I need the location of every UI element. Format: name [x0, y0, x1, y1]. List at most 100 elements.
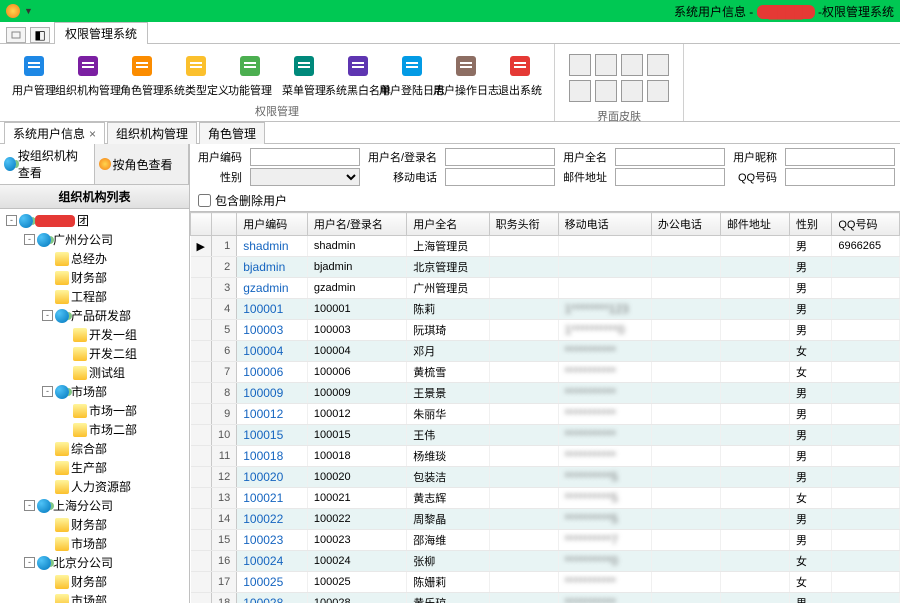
tree-node[interactable]: 财务部: [4, 572, 185, 591]
tree-node[interactable]: -团: [4, 211, 185, 230]
close-icon[interactable]: ×: [89, 127, 96, 141]
ribbon-btn-5[interactable]: 菜单管理: [278, 48, 330, 103]
tree-node[interactable]: 开发一组: [4, 325, 185, 344]
tree-node[interactable]: 财务部: [4, 515, 185, 534]
tree-node[interactable]: 综合部: [4, 439, 185, 458]
tree-node[interactable]: -上海分公司: [4, 496, 185, 515]
ribbon-btn-9[interactable]: 退出系统: [494, 48, 546, 103]
table-row[interactable]: 18100028100028黄乐琼***********男: [191, 593, 900, 603]
table-row[interactable]: 15100023100023邵海维**********7男: [191, 530, 900, 551]
input-fullname[interactable]: [615, 148, 725, 166]
table-row[interactable]: 2bjadminbjadmin北京管理员男: [191, 257, 900, 278]
table-row[interactable]: 6100004100004邓月***********女: [191, 341, 900, 362]
user-code-link[interactable]: bjadmin: [243, 260, 285, 274]
doc-tab[interactable]: 角色管理: [199, 122, 265, 144]
table-row[interactable]: 4100001100001陈莉1********123男: [191, 299, 900, 320]
table-row[interactable]: ▶1shadminshadmin上海管理员男6966265: [191, 236, 900, 257]
expander-icon[interactable]: -: [42, 386, 53, 397]
ribbon-options-icon[interactable]: ◧: [30, 27, 50, 43]
user-code-link[interactable]: 100001: [243, 302, 283, 316]
table-row[interactable]: 5100003100003阮琪琦1**********0男: [191, 320, 900, 341]
tree-node[interactable]: 市场二部: [4, 420, 185, 439]
tree-node[interactable]: 市场部: [4, 534, 185, 553]
col-header[interactable]: 移动电话: [558, 213, 651, 236]
user-code-link[interactable]: 100009: [243, 386, 283, 400]
expander-icon[interactable]: -: [24, 500, 35, 511]
input-login[interactable]: [445, 148, 555, 166]
doc-tab[interactable]: 系统用户信息×: [4, 122, 105, 144]
ribbon-btn-7[interactable]: 用户登陆日志: [386, 48, 438, 103]
user-code-link[interactable]: 100018: [243, 449, 283, 463]
ribbon-btn-2[interactable]: 角色管理: [116, 48, 168, 103]
minimize-ribbon-icon[interactable]: [6, 27, 26, 43]
table-row[interactable]: 10100015100015王伟***********男: [191, 425, 900, 446]
ribbon-btn-4[interactable]: 功能管理: [224, 48, 276, 103]
input-mobile[interactable]: [445, 168, 555, 186]
org-tree[interactable]: -团-广州分公司总经办财务部工程部-产品研发部开发一组开发二组测试组-市场部市场…: [0, 209, 189, 603]
user-code-link[interactable]: 100020: [243, 470, 283, 484]
col-header[interactable]: 用户名/登录名: [307, 213, 406, 236]
user-code-link[interactable]: gzadmin: [243, 281, 288, 295]
col-header[interactable]: [211, 213, 236, 236]
view-tab-by-org[interactable]: 按组织机构查看: [0, 144, 95, 184]
table-row[interactable]: 9100012100012朱丽华***********男: [191, 404, 900, 425]
user-code-link[interactable]: 100025: [243, 575, 283, 589]
tree-node[interactable]: 市场部: [4, 591, 185, 603]
col-header[interactable]: 性别: [789, 213, 831, 236]
col-header[interactable]: [191, 213, 212, 236]
user-code-link[interactable]: 100012: [243, 407, 283, 421]
tree-node[interactable]: 生产部: [4, 458, 185, 477]
qat-dropdown-icon[interactable]: ▼: [24, 6, 33, 16]
table-row[interactable]: 3gzadmingzadmin广州管理员男: [191, 278, 900, 299]
user-grid[interactable]: 用户编码用户名/登录名用户全名职务头衔移动电话办公电话邮件地址性别QQ号码 ▶1…: [190, 212, 900, 603]
user-code-link[interactable]: 100028: [243, 596, 283, 603]
col-header[interactable]: 职务头衔: [489, 213, 558, 236]
col-header[interactable]: 邮件地址: [720, 213, 789, 236]
user-code-link[interactable]: 100022: [243, 512, 283, 526]
tree-node[interactable]: -市场部: [4, 382, 185, 401]
tree-node[interactable]: 测试组: [4, 363, 185, 382]
tree-node[interactable]: 人力资源部: [4, 477, 185, 496]
expander-icon[interactable]: -: [24, 557, 35, 568]
select-gender[interactable]: [250, 168, 360, 186]
input-qq[interactable]: [785, 168, 895, 186]
expander-icon[interactable]: -: [24, 234, 35, 245]
user-code-link[interactable]: shadmin: [243, 239, 288, 253]
col-header[interactable]: 用户编码: [237, 213, 308, 236]
tree-node[interactable]: -广州分公司: [4, 230, 185, 249]
table-row[interactable]: 13100021100021黄志辉**********5女: [191, 488, 900, 509]
col-header[interactable]: 办公电话: [651, 213, 720, 236]
include-deleted-checkbox[interactable]: 包含删除用户: [198, 192, 892, 209]
input-code[interactable]: [250, 148, 360, 166]
ribbon-btn-8[interactable]: 用户操作日志: [440, 48, 492, 103]
tree-node[interactable]: 总经办: [4, 249, 185, 268]
ribbon-btn-1[interactable]: 组织机构管理: [62, 48, 114, 103]
tree-node[interactable]: 开发二组: [4, 344, 185, 363]
user-code-link[interactable]: 100006: [243, 365, 283, 379]
skin-gallery[interactable]: [563, 48, 675, 108]
tree-node[interactable]: -北京分公司: [4, 553, 185, 572]
expander-icon[interactable]: -: [42, 310, 53, 321]
col-header[interactable]: QQ号码: [832, 213, 900, 236]
table-row[interactable]: 11100018100018杨维琰***********男: [191, 446, 900, 467]
user-code-link[interactable]: 100021: [243, 491, 283, 505]
view-tab-by-role[interactable]: 按角色查看: [95, 144, 190, 184]
table-row[interactable]: 16100024100024张柳**********0女: [191, 551, 900, 572]
table-row[interactable]: 8100009100009王景景***********男: [191, 383, 900, 404]
user-code-link[interactable]: 100024: [243, 554, 283, 568]
tree-node[interactable]: 市场一部: [4, 401, 185, 420]
col-header[interactable]: 用户全名: [407, 213, 489, 236]
tree-node[interactable]: 财务部: [4, 268, 185, 287]
user-code-link[interactable]: 100003: [243, 323, 283, 337]
tree-node[interactable]: -产品研发部: [4, 306, 185, 325]
user-code-link[interactable]: 100004: [243, 344, 283, 358]
ribbon-btn-0[interactable]: 用户管理: [8, 48, 60, 103]
ribbon-btn-6[interactable]: 系统黑白名单: [332, 48, 384, 103]
table-row[interactable]: 17100025100025陈姗莉***********女: [191, 572, 900, 593]
tree-node[interactable]: 工程部: [4, 287, 185, 306]
table-row[interactable]: 7100006100006黄梳雪***********女: [191, 362, 900, 383]
user-code-link[interactable]: 100023: [243, 533, 283, 547]
table-row[interactable]: 12100020100020包装洁**********5男: [191, 467, 900, 488]
input-email[interactable]: [615, 168, 725, 186]
user-code-link[interactable]: 100015: [243, 428, 283, 442]
